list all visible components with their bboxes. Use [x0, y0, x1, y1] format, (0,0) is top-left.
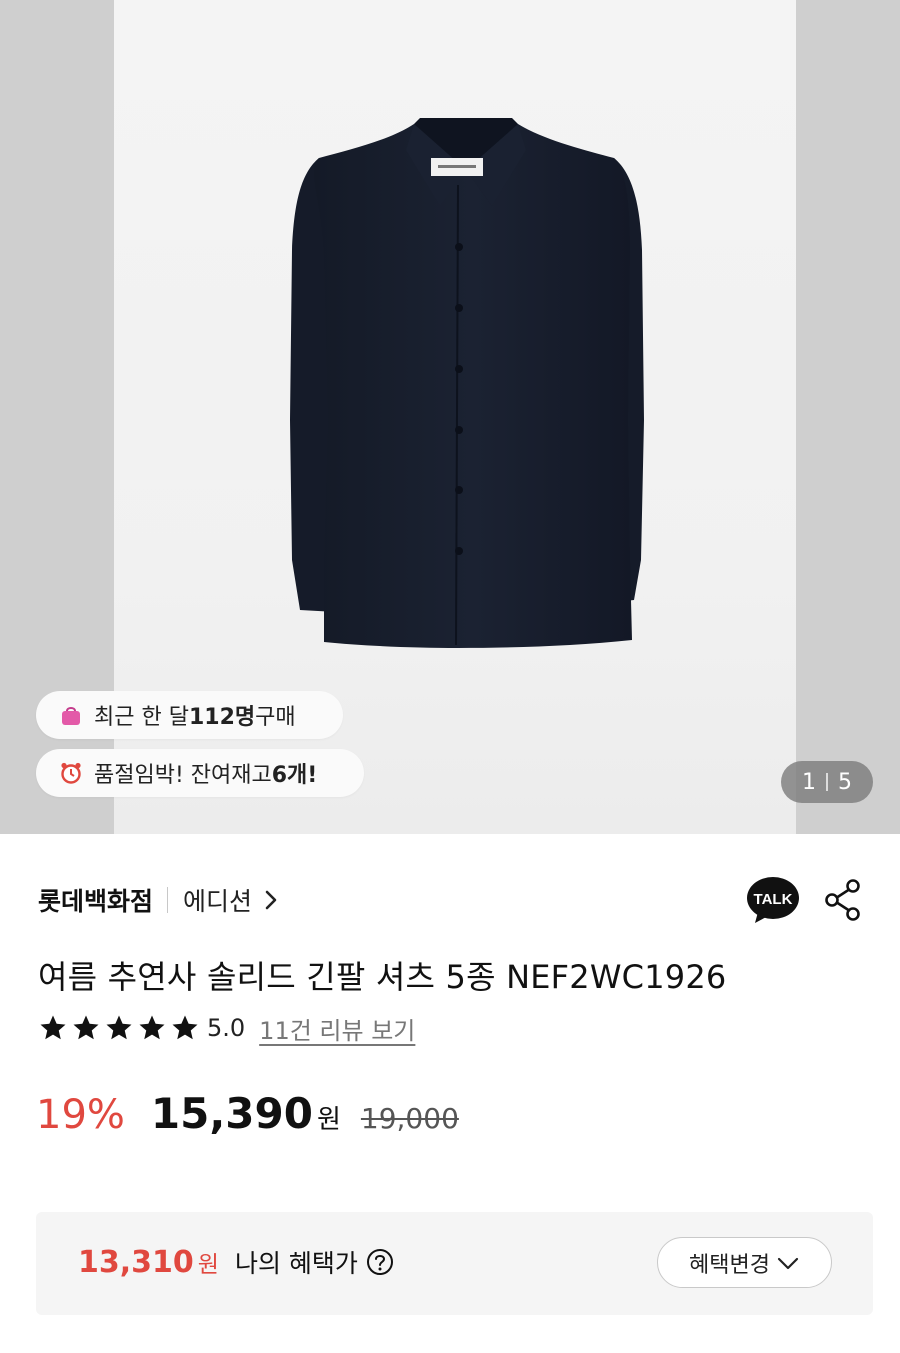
- alarm-clock-icon: [58, 760, 84, 786]
- benefit-price: 13,310: [78, 1245, 194, 1280]
- store-brand-row: 롯데백화점 에디션: [38, 880, 278, 920]
- low-stock-badge: 품절임박! 잔여재고 6개!: [36, 749, 364, 797]
- buyers-text-suffix: 구매: [255, 705, 296, 730]
- store-divider: [167, 887, 169, 913]
- stock-count: 6개!: [271, 763, 318, 788]
- counter-current: 1: [802, 769, 816, 795]
- image-page-counter: 1 5: [781, 761, 873, 803]
- star-icon: [73, 1015, 99, 1040]
- share-icon[interactable]: [823, 878, 863, 922]
- chevron-right-icon[interactable]: [264, 889, 278, 911]
- talk-button[interactable]: TALK: [746, 876, 800, 930]
- rating-row: 5.0 11건 리뷰 보기: [38, 1010, 415, 1046]
- recent-buyers-badge: 최근 한 달 112명 구매: [36, 691, 343, 739]
- buyers-text-prefix: 최근 한 달: [94, 705, 189, 730]
- change-benefit-button[interactable]: 혜택변경: [657, 1237, 832, 1288]
- star-rating: [38, 1013, 203, 1043]
- star-icon: [172, 1015, 198, 1040]
- sale-price-currency: 원: [316, 1105, 341, 1135]
- chevron-down-icon: [776, 1255, 800, 1271]
- question-icon[interactable]: [366, 1248, 394, 1276]
- counter-total: 5: [838, 769, 852, 795]
- benefit-price-row: 13,310 원 나의 혜택가: [78, 1244, 394, 1280]
- counter-divider: [826, 773, 828, 791]
- brand-link[interactable]: 에디션: [183, 882, 252, 918]
- change-benefit-label: 혜택변경: [689, 1252, 770, 1278]
- benefit-price-currency: 원: [197, 1252, 219, 1278]
- star-icon: [40, 1015, 66, 1040]
- shopping-bag-icon: [58, 702, 84, 728]
- share-button[interactable]: [823, 878, 863, 926]
- price-row: 19% 15,390 원 19,000: [36, 1089, 459, 1145]
- reviews-link[interactable]: 11건 리뷰 보기: [259, 1011, 415, 1046]
- star-icon: [139, 1015, 165, 1040]
- discount-rate: 19%: [36, 1092, 125, 1138]
- product-image-gallery[interactable]: 최근 한 달 112명 구매 품절임박! 잔여재고 6개! 1 5: [0, 0, 900, 834]
- store-name[interactable]: 롯데백화점: [38, 882, 153, 918]
- rating-score: 5.0: [207, 1014, 246, 1042]
- buyers-count: 112명: [188, 705, 256, 730]
- benefit-price-label: 나의 혜택가: [234, 1249, 358, 1278]
- sale-price: 15,390: [150, 1089, 313, 1138]
- product-title: 여름 추연사 솔리드 긴팔 셔츠 5종 NEF2WC1926: [38, 958, 727, 996]
- original-price: 19,000: [360, 1102, 459, 1135]
- talk-label: TALK: [754, 891, 793, 908]
- benefit-price-box: 13,310 원 나의 혜택가 혜택변경: [36, 1212, 873, 1315]
- star-icon: [106, 1015, 132, 1040]
- stock-text-prefix: 품절임박! 잔여재고: [94, 763, 272, 788]
